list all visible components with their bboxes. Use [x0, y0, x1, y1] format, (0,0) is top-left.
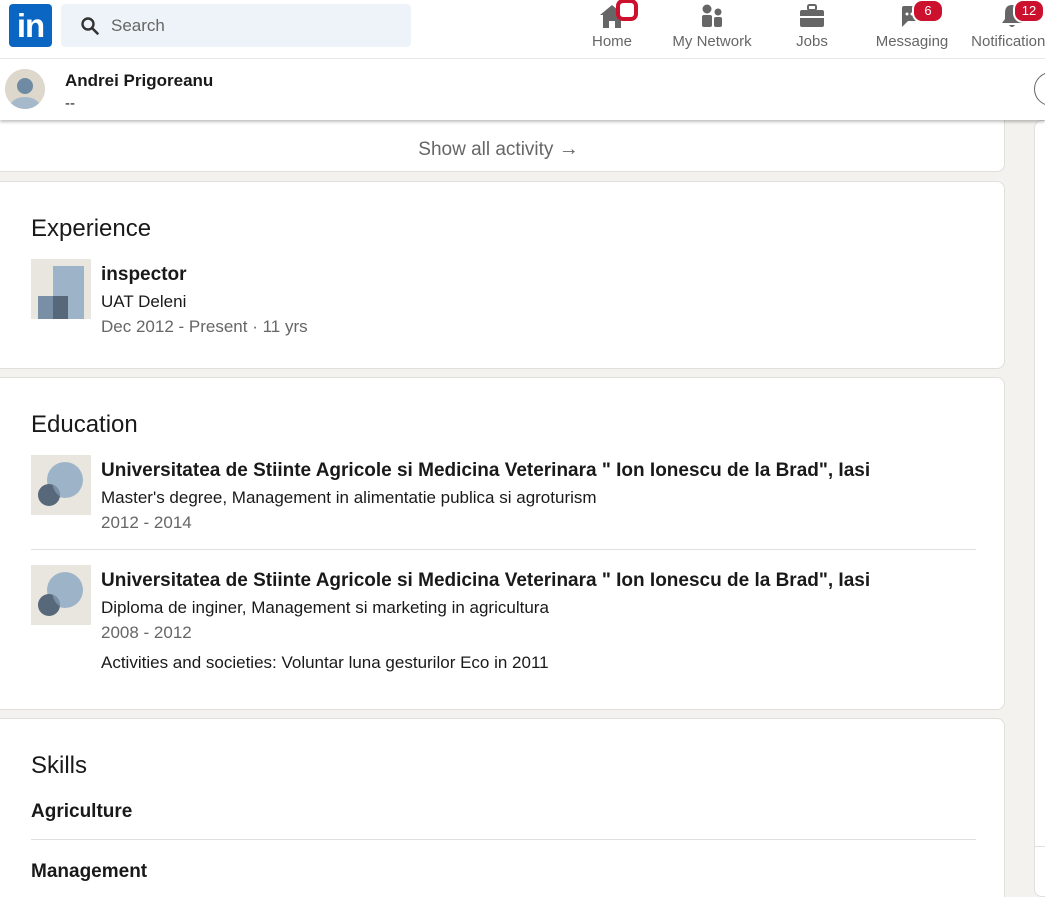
experience-company: UAT Deleni	[101, 292, 187, 311]
education-title: Education	[31, 411, 138, 438]
notifications-badge: 12	[1013, 0, 1045, 23]
school-logo[interactable]	[31, 455, 91, 515]
experience-section: Experience inspector UAT Deleni Dec 2012…	[0, 181, 1005, 369]
show-all-activity-label: Show all activity	[418, 139, 554, 160]
nav-my-network[interactable]: My Network	[667, 0, 757, 58]
arrow-right-icon: →	[558, 138, 579, 160]
education-school: Universitatea de Stiinte Agricole si Med…	[101, 570, 871, 591]
nav-my-network-label: My Network	[672, 33, 752, 50]
education-degree: Master's degree, Management in alimentat…	[101, 488, 597, 507]
linkedin-logo[interactable]: in	[9, 4, 52, 47]
education-dates: 2012 - 2014	[101, 513, 192, 532]
experience-title: Experience	[31, 215, 152, 242]
nav-notifications-label: Notifications	[971, 33, 1045, 50]
nav-home-label: Home	[591, 33, 632, 50]
education-divider	[31, 549, 976, 550]
experience-role: inspector	[101, 264, 187, 285]
skills-divider	[31, 839, 976, 840]
company-placeholder-icon	[31, 259, 91, 319]
education-degree: Diploma de inginer, Management si market…	[101, 598, 549, 617]
nav-messaging-label: Messaging	[875, 33, 949, 50]
school-placeholder-icon	[31, 455, 91, 515]
sticky-profile-header: Andrei Prigoreanu --	[0, 59, 1045, 120]
nav-home[interactable]: Home	[567, 0, 657, 58]
skills-section: Skills Agriculture Management	[0, 718, 1005, 897]
education-dates: 2008 - 2012	[101, 623, 192, 642]
experience-dates: Dec 2012 - Present · 11 yrs	[101, 317, 308, 336]
education-activities: Activities and societies: Voluntar luna …	[101, 653, 549, 672]
nav-jobs-label: Jobs	[796, 33, 828, 50]
profile-headline: --	[65, 95, 75, 112]
skill-item[interactable]: Management	[31, 861, 147, 883]
show-all-activity-link[interactable]: Show all activity →	[0, 138, 1004, 161]
profile-name: Andrei Prigoreanu	[65, 71, 214, 90]
search-input[interactable]	[111, 4, 391, 47]
nav-notifications[interactable]: 12 Notifications	[967, 0, 1045, 58]
default-avatar-icon	[5, 69, 45, 109]
messaging-badge: 6	[912, 0, 944, 23]
search-icon	[81, 17, 99, 35]
more-actions-button[interactable]	[1034, 72, 1045, 106]
nav-jobs[interactable]: Jobs	[767, 0, 857, 58]
global-nav: in Home My Network Jobs	[0, 0, 1045, 59]
education-school: Universitatea de Stiinte Agricole si Med…	[101, 460, 871, 481]
school-logo[interactable]	[31, 565, 91, 625]
company-logo[interactable]	[31, 259, 91, 319]
right-rail	[1034, 120, 1045, 897]
school-placeholder-icon	[31, 565, 91, 625]
skills-title: Skills	[31, 752, 88, 779]
nav-messaging[interactable]: 6 Messaging	[867, 0, 957, 58]
home-notification-dot	[616, 0, 638, 21]
search-box[interactable]	[61, 4, 411, 47]
right-rail-divider	[1035, 846, 1045, 847]
avatar[interactable]	[5, 69, 45, 109]
education-section: Education Universitatea de Stiinte Agric…	[0, 377, 1005, 710]
jobs-icon	[800, 4, 824, 27]
my-network-icon	[702, 4, 722, 27]
skill-item[interactable]: Agriculture	[31, 801, 132, 823]
